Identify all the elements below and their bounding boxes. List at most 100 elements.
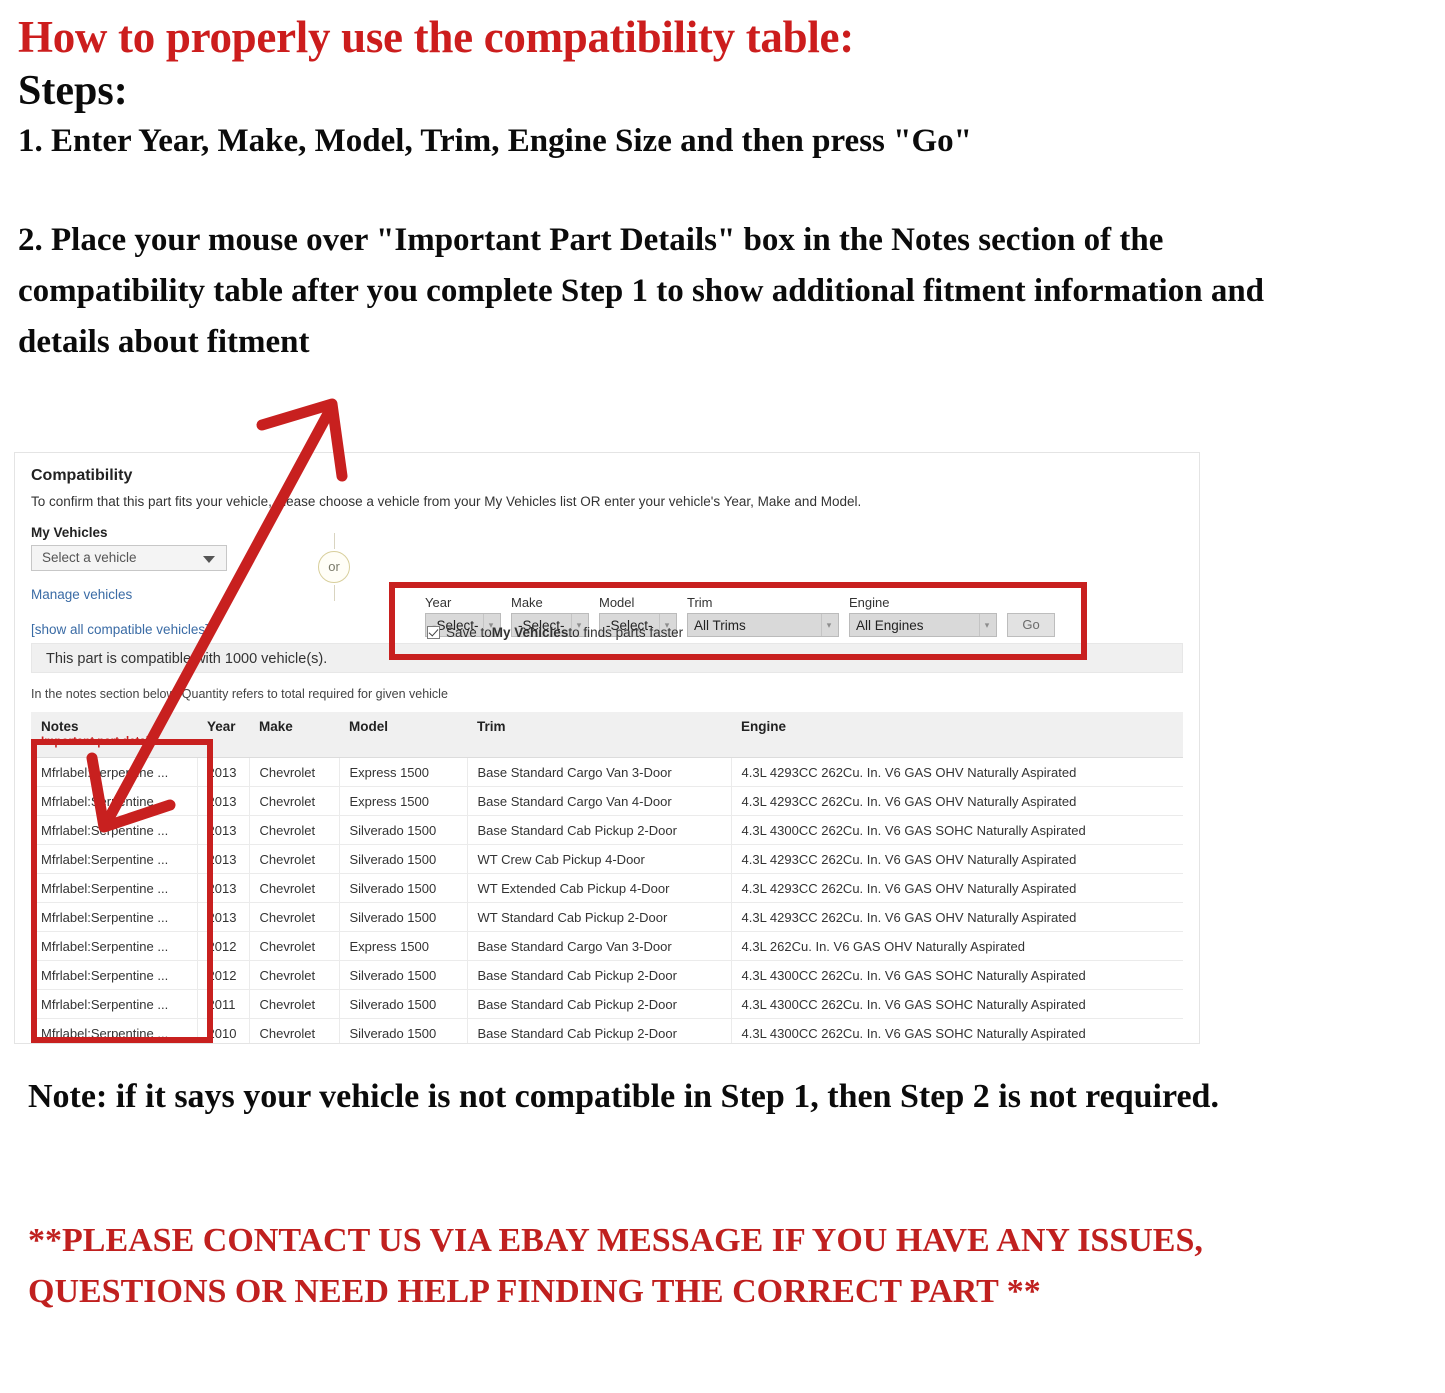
trim-cell: WT Extended Cab Pickup 4-Door <box>467 873 732 903</box>
notes-header-label: Notes <box>41 719 79 734</box>
instructions-block: How to properly use the compatibility ta… <box>18 12 1418 368</box>
make-cell: Chevrolet <box>249 757 340 787</box>
manage-vehicles-link[interactable]: Manage vehicles <box>31 587 132 602</box>
save-to-my-vehicles-row[interactable]: Save to My Vehicles to finds parts faste… <box>427 625 683 640</box>
make-cell: Chevrolet <box>249 960 340 990</box>
go-button[interactable]: Go <box>1007 613 1055 637</box>
table-row: Mfrlabel:Serpentine ... 2012 Chevrolet Silv… <box>31 960 1183 990</box>
my-vehicles-label: My Vehicles <box>31 525 108 540</box>
save-vehicle-checkbox[interactable] <box>427 626 440 639</box>
notes-cell[interactable]: Mfrlabel:Serpentine ... <box>31 757 198 787</box>
engine-label: Engine <box>849 595 890 610</box>
year-cell: 2013 <box>197 786 250 816</box>
table-row: Mfrlabel:Serpentine ... 2010 Chevrolet Silv… <box>31 1018 1183 1043</box>
notes-cell[interactable]: Mfrlabel:Serpentine ... <box>31 989 198 1019</box>
steps-label: Steps: <box>18 68 128 115</box>
model-cell: Silverado 1500 <box>339 989 468 1019</box>
or-badge: or <box>318 551 350 583</box>
engine-cell: 4.3L 4300CC 262Cu. In. V6 GAS SOHC Natur… <box>731 960 1183 990</box>
trim-cell: Base Standard Cargo Van 3-Door <box>467 931 732 961</box>
trim-select[interactable]: All Trims ▾ <box>687 613 839 637</box>
trim-label: Trim <box>687 595 713 610</box>
notes-cell[interactable]: Mfrlabel:Serpentine ... <box>31 844 198 874</box>
notes-cell[interactable]: Mfrlabel:Serpentine ... <box>31 786 198 816</box>
vehicle-entry-area: My Vehicles Select a vehicle Manage vehi… <box>31 525 1183 660</box>
selector-group-trim: Trim All Trims ▾ <box>687 595 839 637</box>
trim-cell: Base Standard Cab Pickup 2-Door <box>467 815 732 845</box>
notes-cell[interactable]: Mfrlabel:Serpentine ... <box>31 1018 198 1043</box>
engine-cell: 4.3L 262Cu. In. V6 GAS OHV Naturally Asp… <box>731 931 1183 961</box>
column-header-trim[interactable]: Trim <box>467 712 731 758</box>
step-2-text: 2. Place your mouse over "Important Part… <box>18 221 1265 361</box>
engine-cell: 4.3L 4293CC 262Cu. In. V6 GAS OHV Natura… <box>731 902 1183 932</box>
vehicle-select-value: Select a vehicle <box>42 550 137 565</box>
model-cell: Express 1500 <box>339 786 468 816</box>
selector-group-engine: Engine All Engines ▾ <box>849 595 997 637</box>
table-row: Mfrlabel:Serpentine ... 2012 Chevrolet Expr… <box>31 931 1183 961</box>
vehicle-select-dropdown[interactable]: Select a vehicle <box>31 545 227 571</box>
or-divider: or <box>317 533 351 601</box>
show-all-compatible-vehicles-link[interactable]: [show all compatible vehicles] <box>31 622 209 637</box>
chevron-down-icon: ▾ <box>821 614 836 636</box>
trim-cell: Base Standard Cargo Van 3-Door <box>467 757 732 787</box>
important-part-details-label: Important part details <box>41 736 159 748</box>
make-cell: Chevrolet <box>249 844 340 874</box>
trim-cell: Base Standard Cab Pickup 2-Door <box>467 989 732 1019</box>
column-header-notes[interactable]: Notes Important part details <box>31 712 197 758</box>
model-cell: Silverado 1500 <box>339 873 468 903</box>
footer-note: Note: if it says your vehicle is not com… <box>28 1078 1219 1115</box>
year-cell: 2012 <box>197 960 250 990</box>
year-cell: 2013 <box>197 757 250 787</box>
model-cell: Express 1500 <box>339 931 468 961</box>
table-row: Mfrlabel:Serpentine ... 2013 Chevrolet Silv… <box>31 902 1183 932</box>
engine-cell: 4.3L 4293CC 262Cu. In. V6 GAS OHV Natura… <box>731 844 1183 874</box>
model-cell: Silverado 1500 <box>339 815 468 845</box>
page-title: How to properly use the compatibility ta… <box>18 12 854 62</box>
table-row: Mfrlabel:Serpentine ... 2013 Chevrolet Silv… <box>31 873 1183 903</box>
year-cell: 2013 <box>197 873 250 903</box>
trim-cell: WT Standard Cab Pickup 2-Door <box>467 902 732 932</box>
notes-cell[interactable]: Mfrlabel:Serpentine ... <box>31 815 198 845</box>
model-cell: Silverado 1500 <box>339 1018 468 1043</box>
engine-cell: 4.3L 4293CC 262Cu. In. V6 GAS OHV Natura… <box>731 873 1183 903</box>
table-row: Mfrlabel:Serpentine ... 2013 Chevrolet Silv… <box>31 844 1183 874</box>
year-cell: 2013 <box>197 844 250 874</box>
make-cell: Chevrolet <box>249 1018 340 1043</box>
column-header-year[interactable]: Year <box>197 712 249 758</box>
engine-cell: 4.3L 4300CC 262Cu. In. V6 GAS SOHC Natur… <box>731 815 1183 845</box>
engine-cell: 4.3L 4300CC 262Cu. In. V6 GAS SOHC Natur… <box>731 1018 1183 1043</box>
table-row: Mfrlabel:Serpentine ... 2013 Chevrolet Expr… <box>31 786 1183 816</box>
notes-cell[interactable]: Mfrlabel:Serpentine ... <box>31 931 198 961</box>
notes-cell[interactable]: Mfrlabel:Serpentine ... <box>31 902 198 932</box>
trim-cell: Base Standard Cab Pickup 2-Door <box>467 960 732 990</box>
compatibility-count-banner: This part is compatible with 1000 vehicl… <box>31 643 1183 673</box>
model-cell: Express 1500 <box>339 757 468 787</box>
save-text-bold: My Vehicles <box>491 625 569 640</box>
notes-cell[interactable]: Mfrlabel:Serpentine ... <box>31 873 198 903</box>
save-text-post: to finds parts faster <box>568 625 684 640</box>
notes-quantity-hint: In the notes section below, Quantity ref… <box>31 687 448 701</box>
notes-cell[interactable]: Mfrlabel:Serpentine ... <box>31 960 198 990</box>
table-row: Mfrlabel:Serpentine ... 2011 Chevrolet Silv… <box>31 989 1183 1019</box>
chevron-down-icon: ▾ <box>979 614 994 636</box>
model-cell: Silverado 1500 <box>339 960 468 990</box>
engine-cell: 4.3L 4293CC 262Cu. In. V6 GAS OHV Natura… <box>731 786 1183 816</box>
compatibility-panel: Compatibility To confirm that this part … <box>14 452 1200 1044</box>
column-header-model[interactable]: Model <box>339 712 467 758</box>
year-cell: 2012 <box>197 931 250 961</box>
make-cell: Chevrolet <box>249 931 340 961</box>
table-row: Mfrlabel:Serpentine ... 2013 Chevrolet Silv… <box>31 815 1183 845</box>
trim-select-value: All Trims <box>694 617 746 633</box>
column-header-engine[interactable]: Engine <box>731 712 1183 758</box>
or-divider-line-bottom <box>333 585 335 601</box>
compatibility-subtitle: To confirm that this part fits your vehi… <box>31 494 862 509</box>
year-cell: 2010 <box>197 1018 250 1043</box>
column-header-make[interactable]: Make <box>249 712 339 758</box>
or-divider-line-top <box>333 533 335 549</box>
year-cell: 2013 <box>197 902 250 932</box>
year-cell: 2013 <box>197 815 250 845</box>
engine-cell: 4.3L 4293CC 262Cu. In. V6 GAS OHV Natura… <box>731 757 1183 787</box>
engine-select[interactable]: All Engines ▾ <box>849 613 997 637</box>
compatibility-table: Notes Important part details Year Make M… <box>31 712 1183 1043</box>
model-label: Model <box>599 595 635 610</box>
